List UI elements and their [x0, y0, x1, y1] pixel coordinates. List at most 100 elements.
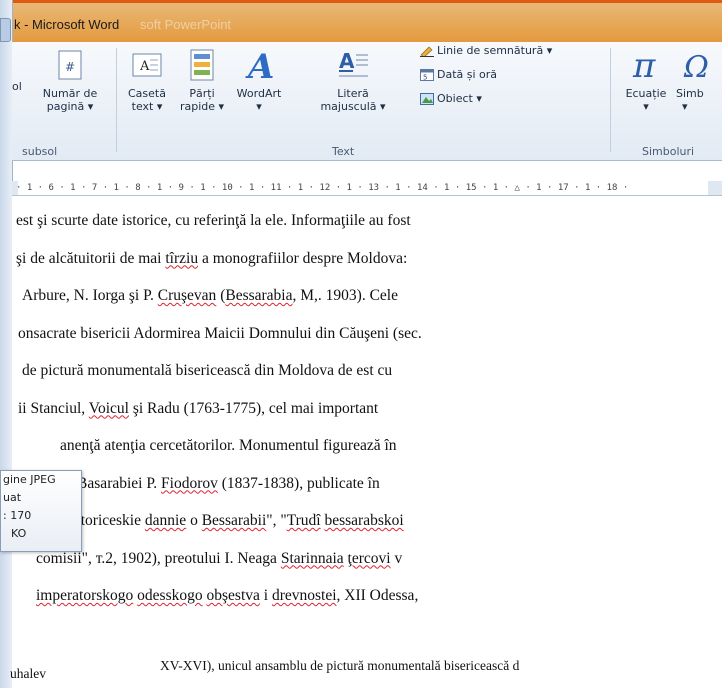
svg-text:Ω: Ω [683, 50, 709, 82]
misspelled-word: Bessarabia [225, 287, 293, 304]
misspelled-word: dannie [144, 512, 187, 529]
page-number-label-1: Număr de [42, 87, 98, 100]
text-run: anenţă atenţia cercetătorilor. Monumentu… [60, 437, 397, 454]
signature-line-label: Linie de semnătură ▾ [437, 44, 553, 57]
svg-text:A: A [339, 49, 355, 73]
header-footer-group-label: subsol [22, 145, 58, 158]
svg-text:π: π [632, 48, 656, 82]
document-left-fragment: uhalev [10, 666, 46, 681]
page-number-button[interactable]: # Număr de pagină ▾ [34, 48, 106, 113]
wordart-button[interactable]: A WordArt ▾ [230, 48, 288, 113]
text-run: (1837-1838), publicate în [217, 474, 380, 492]
document-footer-line: XV-XVI), unicul ansamblu de pictură monu… [160, 658, 520, 673]
insert-ribbon: ol # Număr de pagină ▾ subsol A Casetă t… [12, 42, 722, 161]
misspelled-word: Starinnaia [280, 549, 344, 567]
symbols-group-label: Simboluri [642, 145, 695, 158]
object-button[interactable]: Obiect ▾ [420, 92, 482, 105]
text-run: şi Radu (1763-1775), cel mai important [128, 399, 379, 417]
text-run: ( [216, 287, 226, 304]
ruler-ticks: · 1 · 6 · 1 · 7 · 1 · 8 · 1 · 9 · 1 · 10… [16, 183, 629, 193]
signature-line-button[interactable]: Linie de semnătură ▾ [420, 44, 552, 57]
subsol-partial-label: ol [12, 80, 22, 93]
text-run: est şi scurte date istorice, cu referinţ… [16, 212, 411, 229]
text-run: ii Stanciul, [18, 399, 89, 417]
title-bar: k - Microsoft Word soft PowerPoint [0, 0, 722, 42]
wordart-label-2: ▾ [256, 100, 262, 113]
text-run: i [259, 587, 272, 604]
signature-line-icon [420, 45, 434, 57]
document-line: imperatorskogo odesskogo obşestva i drev… [36, 587, 418, 605]
image-tooltip: gine JPEG uat : 170 KO [0, 470, 82, 552]
misspelled-word: ţercovi [347, 549, 391, 567]
date-time-label: Dată și oră [437, 68, 498, 81]
text-run: , XII Odessa, [336, 587, 419, 604]
document-line: est şi scurte date istorice, cu referinţ… [16, 212, 411, 230]
tooltip-line-2: uat [3, 491, 22, 504]
date-time-button[interactable]: 5 Dată și oră [420, 68, 498, 82]
omega-icon: Ω [682, 48, 712, 82]
object-icon [420, 92, 434, 105]
document-line: ii Stanciul, Voicul şi Radu (1763-1775),… [18, 400, 378, 418]
group-separator [610, 48, 611, 152]
symbol-label-2: ▾ [682, 100, 688, 113]
text-run: onsacrate bisericii Adormirea Maicii Dom… [18, 324, 422, 342]
wordart-icon: A [244, 48, 274, 82]
svg-text:#: # [65, 60, 75, 74]
text-box-label-2: text ▾ [131, 100, 163, 113]
misspelled-word: Voicul [88, 399, 129, 417]
svg-text:5: 5 [423, 74, 427, 82]
text-box-button[interactable]: A Casetă text ▾ [120, 48, 174, 113]
window-control-fragment[interactable] [0, 18, 11, 42]
background-window-title: soft PowerPoint [140, 17, 232, 32]
symbol-button[interactable]: Ω Simb ▾ [676, 48, 722, 113]
svg-text:A: A [245, 48, 274, 82]
equation-label-1: Ecuație [625, 87, 667, 100]
document-line: al Basarabiei P. Fiodorov (1837-1838), p… [62, 475, 380, 493]
misspelled-word: odesskogo [137, 587, 203, 604]
misspelled-word: obşestva [206, 587, 260, 604]
misspelled-word: Trudî [286, 512, 321, 529]
quick-parts-icon [187, 48, 217, 82]
text-run: comisii", т.2, 1902), preotului I. Neaga [36, 549, 281, 567]
equation-label-2: ▾ [643, 100, 649, 113]
quick-parts-button[interactable]: Părți rapide ▾ [176, 48, 228, 113]
text-run: Arbure, N. Iorga şi P. [22, 287, 158, 304]
misspelled-word: Bessarabii [201, 512, 267, 529]
text-box-label-1: Casetă [128, 87, 166, 100]
document-line: comisii", т.2, 1902), preotului I. Neaga… [36, 550, 402, 568]
text-run: de pictură monumentală bisericească din … [22, 362, 393, 379]
text-run: ", " [266, 512, 287, 529]
text-run: , M,. 1903). Cele [292, 287, 398, 304]
wordart-label-1: WordArt [236, 87, 282, 100]
drop-cap-icon: A [338, 48, 368, 82]
subsol-button-partial[interactable]: ol [12, 80, 32, 93]
misspelled-word: Cruşevan [157, 287, 217, 304]
drop-cap-label-2: majusculă ▾ [320, 100, 386, 113]
calendar-icon: 5 [420, 68, 434, 82]
text-run: şi de alcătuitorii de mai [16, 249, 166, 267]
svg-text:A: A [139, 59, 150, 74]
text-box-icon: A [132, 48, 162, 82]
horizontal-ruler[interactable]: · 1 · 6 · 1 · 7 · 1 · 8 · 1 · 9 · 1 · 10… [12, 181, 722, 196]
document-line: Arbure, N. Iorga şi P. Cruşevan (Bessara… [22, 287, 398, 305]
window-title: k - Microsoft Word [14, 17, 120, 32]
drop-cap-label-1: Literă [337, 87, 369, 100]
document-line: şi de alcătuitorii de mai tîrziu a monog… [16, 250, 407, 268]
misspelled-word: tîrziu [165, 249, 199, 267]
document-line: anenţă atenţia cercetătorilor. Monumentu… [60, 437, 397, 455]
group-separator [116, 48, 117, 152]
text-run: o [186, 512, 202, 529]
text-run: v [390, 549, 403, 567]
misspelled-word: bessarabskoi [324, 512, 404, 529]
document-line: de pictură monumentală bisericească din … [22, 362, 392, 380]
quick-parts-label-2: rapide ▾ [179, 100, 225, 113]
quick-parts-label-1: Părți [189, 87, 215, 100]
text-group-label: Text [332, 145, 355, 158]
tooltip-line-4: KO [11, 527, 27, 540]
drop-cap-button[interactable]: A Literă majusculă ▾ [312, 48, 394, 113]
equation-button[interactable]: π Ecuație ▾ [620, 48, 672, 113]
tooltip-line-1: gine JPEG [3, 473, 56, 486]
misspelled-word: imperatorskogo [36, 587, 134, 604]
misspelled-word: Fiodorov [161, 474, 218, 492]
misspelled-word: drevnostei [271, 587, 337, 604]
